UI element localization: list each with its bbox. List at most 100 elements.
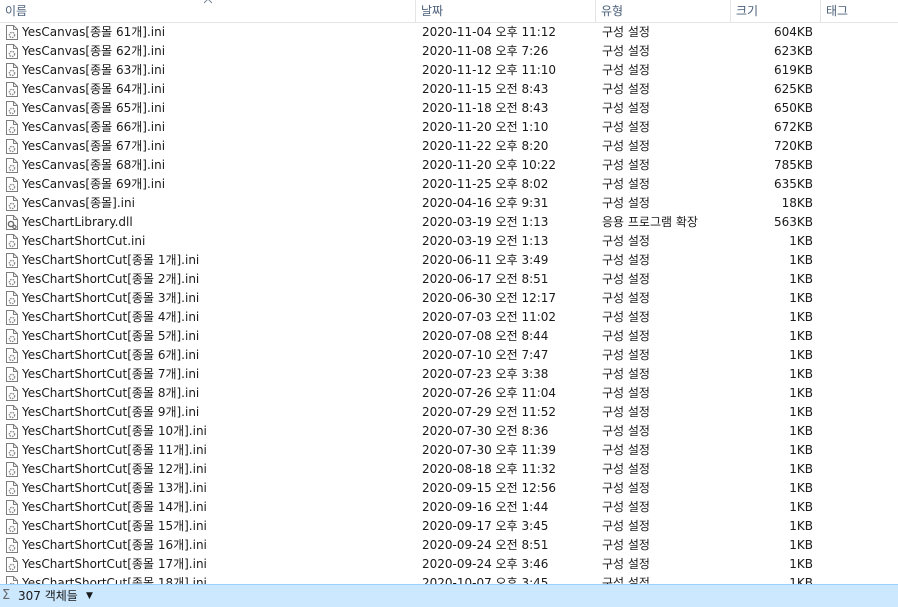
file-row[interactable]: YesChartShortCut[종몰 2개].ini 2020-06-17 오전… xyxy=(0,270,898,289)
file-row[interactable]: YesChartShortCut[종몰 12개].ini 2020-08-18 오… xyxy=(0,460,898,479)
file-row[interactable]: YesChartShortCut[종몰 17개].ini 2020-09-24 오… xyxy=(0,555,898,574)
dll-file-icon xyxy=(5,213,18,232)
file-name: YesCanvas[종몰 68개].ini xyxy=(22,158,166,172)
file-row[interactable]: YesChartShortCut[종몰 4개].ini 2020-07-03 오전… xyxy=(0,308,898,327)
ini-file-icon xyxy=(5,289,18,308)
file-row[interactable]: YesChartShortCut[종몰 14개].ini 2020-09-16 오… xyxy=(0,498,898,517)
file-row[interactable]: YesCanvas[종몰 61개].ini 2020-11-04 오후 11:12… xyxy=(0,23,898,42)
file-row[interactable]: YesCanvas[종몰 69개].ini 2020-11-25 오후 8:02 구… xyxy=(0,175,898,194)
file-type: 구성 설정 xyxy=(602,519,650,533)
file-size: 1KB xyxy=(789,329,813,343)
ini-file-icon xyxy=(5,346,18,365)
ini-file-icon xyxy=(5,365,18,384)
file-type: 구성 설정 xyxy=(602,139,650,153)
ini-file-icon xyxy=(5,536,18,555)
file-date: 2020-09-24 오후 3:46 xyxy=(422,557,549,571)
file-row[interactable]: YesChartShortCut[종몰 15개].ini 2020-09-17 오… xyxy=(0,517,898,536)
file-row[interactable]: YesChartShortCut.ini 2020-03-19 오전 1:13 구성… xyxy=(0,232,898,251)
item-count-text: 307 객체들 xyxy=(18,589,78,603)
file-size: 785KB xyxy=(773,158,813,172)
ini-file-icon xyxy=(5,555,18,574)
file-row[interactable]: YesChartLibrary.dll 2020-03-19 오전 1:13 응용 … xyxy=(0,213,898,232)
file-row[interactable]: YesCanvas[종몰 62개].ini 2020-11-08 오후 7:26 구… xyxy=(0,42,898,61)
column-header-tags[interactable]: 태그 xyxy=(821,0,898,22)
dropdown-arrow-icon[interactable]: ▼ xyxy=(86,585,93,607)
file-date: 2020-06-11 오후 3:49 xyxy=(422,253,549,267)
file-row[interactable]: YesCanvas[종몰 67개].ini 2020-11-22 오후 8:20 구… xyxy=(0,137,898,156)
file-type: 구성 설정 xyxy=(602,576,650,584)
column-header-type[interactable]: 유형 xyxy=(596,0,731,22)
file-row[interactable]: YesChartShortCut[종몰 5개].ini 2020-07-08 오전… xyxy=(0,327,898,346)
file-row[interactable]: YesChartShortCut[종몰 13개].ini 2020-09-15 오… xyxy=(0,479,898,498)
file-date: 2020-08-18 오후 11:32 xyxy=(422,462,557,476)
file-row[interactable]: YesChartShortCut[종몰 16개].ini 2020-09-24 오… xyxy=(0,536,898,555)
file-row[interactable]: YesCanvas[종몰 64개].ini 2020-11-15 오전 8:43 구… xyxy=(0,80,898,99)
file-type: 구성 설정 xyxy=(602,234,650,248)
file-name: YesChartShortCut[종몰 1개].ini xyxy=(22,253,200,267)
file-size: 1KB xyxy=(789,291,813,305)
file-name: YesCanvas[종몰 63개].ini xyxy=(22,63,166,77)
file-list: YesCanvas[종몰 61개].ini 2020-11-04 오후 11:12… xyxy=(0,23,898,584)
file-type: 구성 설정 xyxy=(602,348,650,362)
file-name: YesCanvas[종몰 65개].ini xyxy=(22,101,166,115)
file-name: YesChartShortCut[종몰 9개].ini xyxy=(22,405,200,419)
ini-file-icon xyxy=(5,574,18,584)
column-header-date[interactable]: 날짜 xyxy=(416,0,596,22)
ini-file-icon xyxy=(5,251,18,270)
ini-file-icon xyxy=(5,42,18,61)
file-row[interactable]: YesCanvas[종몰 66개].ini 2020-11-20 오전 1:10 구… xyxy=(0,118,898,137)
column-header-size[interactable]: 크기 xyxy=(731,0,821,22)
ini-file-icon xyxy=(5,232,18,251)
file-date: 2020-07-30 오전 8:36 xyxy=(422,424,549,438)
ini-file-icon xyxy=(5,156,18,175)
file-size: 1KB xyxy=(789,481,813,495)
file-row[interactable]: YesChartShortCut[종몰 8개].ini 2020-07-26 오후… xyxy=(0,384,898,403)
file-name: YesCanvas[종몰 69개].ini xyxy=(22,177,166,191)
file-row[interactable]: YesChartShortCut[종몰 3개].ini 2020-06-30 오전… xyxy=(0,289,898,308)
file-row[interactable]: YesCanvas[종몰 63개].ini 2020-11-12 오후 11:10… xyxy=(0,61,898,80)
file-type: 구성 설정 xyxy=(602,44,650,58)
file-name: YesChartShortCut[종몰 8개].ini xyxy=(22,386,200,400)
file-date: 2020-07-08 오전 8:44 xyxy=(422,329,549,343)
file-name: YesCanvas[종몰 67개].ini xyxy=(22,139,166,153)
ini-file-icon xyxy=(5,422,18,441)
file-row[interactable]: YesChartShortCut[종몰 6개].ini 2020-07-10 오전… xyxy=(0,346,898,365)
file-size: 1KB xyxy=(789,348,813,362)
file-row[interactable]: YesCanvas[종몰 65개].ini 2020-11-18 오전 8:43 구… xyxy=(0,99,898,118)
file-row[interactable]: YesChartShortCut[종몰 7개].ini 2020-07-23 오후… xyxy=(0,365,898,384)
file-size: 1KB xyxy=(789,405,813,419)
file-type: 구성 설정 xyxy=(602,101,650,115)
file-date: 2020-11-08 오후 7:26 xyxy=(422,44,549,58)
file-row[interactable]: YesChartShortCut[종몰 9개].ini 2020-07-29 오전… xyxy=(0,403,898,422)
file-row[interactable]: YesCanvas[종몰].ini 2020-04-16 오후 9:31 구성 설정… xyxy=(0,194,898,213)
file-name: YesChartShortCut[종몰 5개].ini xyxy=(22,329,200,343)
file-row[interactable]: YesChartShortCut[종몰 11개].ini 2020-07-30 오… xyxy=(0,441,898,460)
file-name: YesChartShortCut[종몰 16개].ini xyxy=(22,538,207,552)
file-row[interactable]: YesChartShortCut[종몰 10개].ini 2020-07-30 오… xyxy=(0,422,898,441)
file-date: 2020-06-17 오전 8:51 xyxy=(422,272,549,286)
file-date: 2020-11-25 오후 8:02 xyxy=(422,177,549,191)
file-row[interactable]: YesChartShortCut[종몰 18개].ini 2020-10-07 오… xyxy=(0,574,898,584)
file-name: YesCanvas[종몰 66개].ini xyxy=(22,120,166,134)
file-row[interactable]: YesCanvas[종몰 68개].ini 2020-11-20 오후 10:22… xyxy=(0,156,898,175)
file-date: 2020-07-29 오전 11:52 xyxy=(422,405,557,419)
file-type: 구성 설정 xyxy=(602,177,650,191)
file-date: 2020-09-24 오전 8:51 xyxy=(422,538,549,552)
file-type: 구성 설정 xyxy=(602,462,650,476)
file-date: 2020-09-15 오전 12:56 xyxy=(422,481,557,495)
file-size: 1KB xyxy=(789,538,813,552)
file-name: YesChartShortCut[종몰 7개].ini xyxy=(22,367,200,381)
ini-file-icon xyxy=(5,460,18,479)
file-size: 1KB xyxy=(789,367,813,381)
file-date: 2020-07-03 오전 11:02 xyxy=(422,310,557,324)
file-size: 1KB xyxy=(789,443,813,457)
file-name: YesChartShortCut[종몰 12개].ini xyxy=(22,462,207,476)
file-type: 구성 설정 xyxy=(602,63,650,77)
file-date: 2020-07-23 오후 3:38 xyxy=(422,367,549,381)
file-date: 2020-07-30 오후 11:39 xyxy=(422,443,557,457)
sort-ascending-icon xyxy=(203,0,213,4)
file-name: YesChartShortCut[종몰 3개].ini xyxy=(22,291,200,305)
file-size: 672KB xyxy=(773,120,813,134)
file-date: 2020-04-16 오후 9:31 xyxy=(422,196,549,210)
file-row[interactable]: YesChartShortCut[종몰 1개].ini 2020-06-11 오후… xyxy=(0,251,898,270)
